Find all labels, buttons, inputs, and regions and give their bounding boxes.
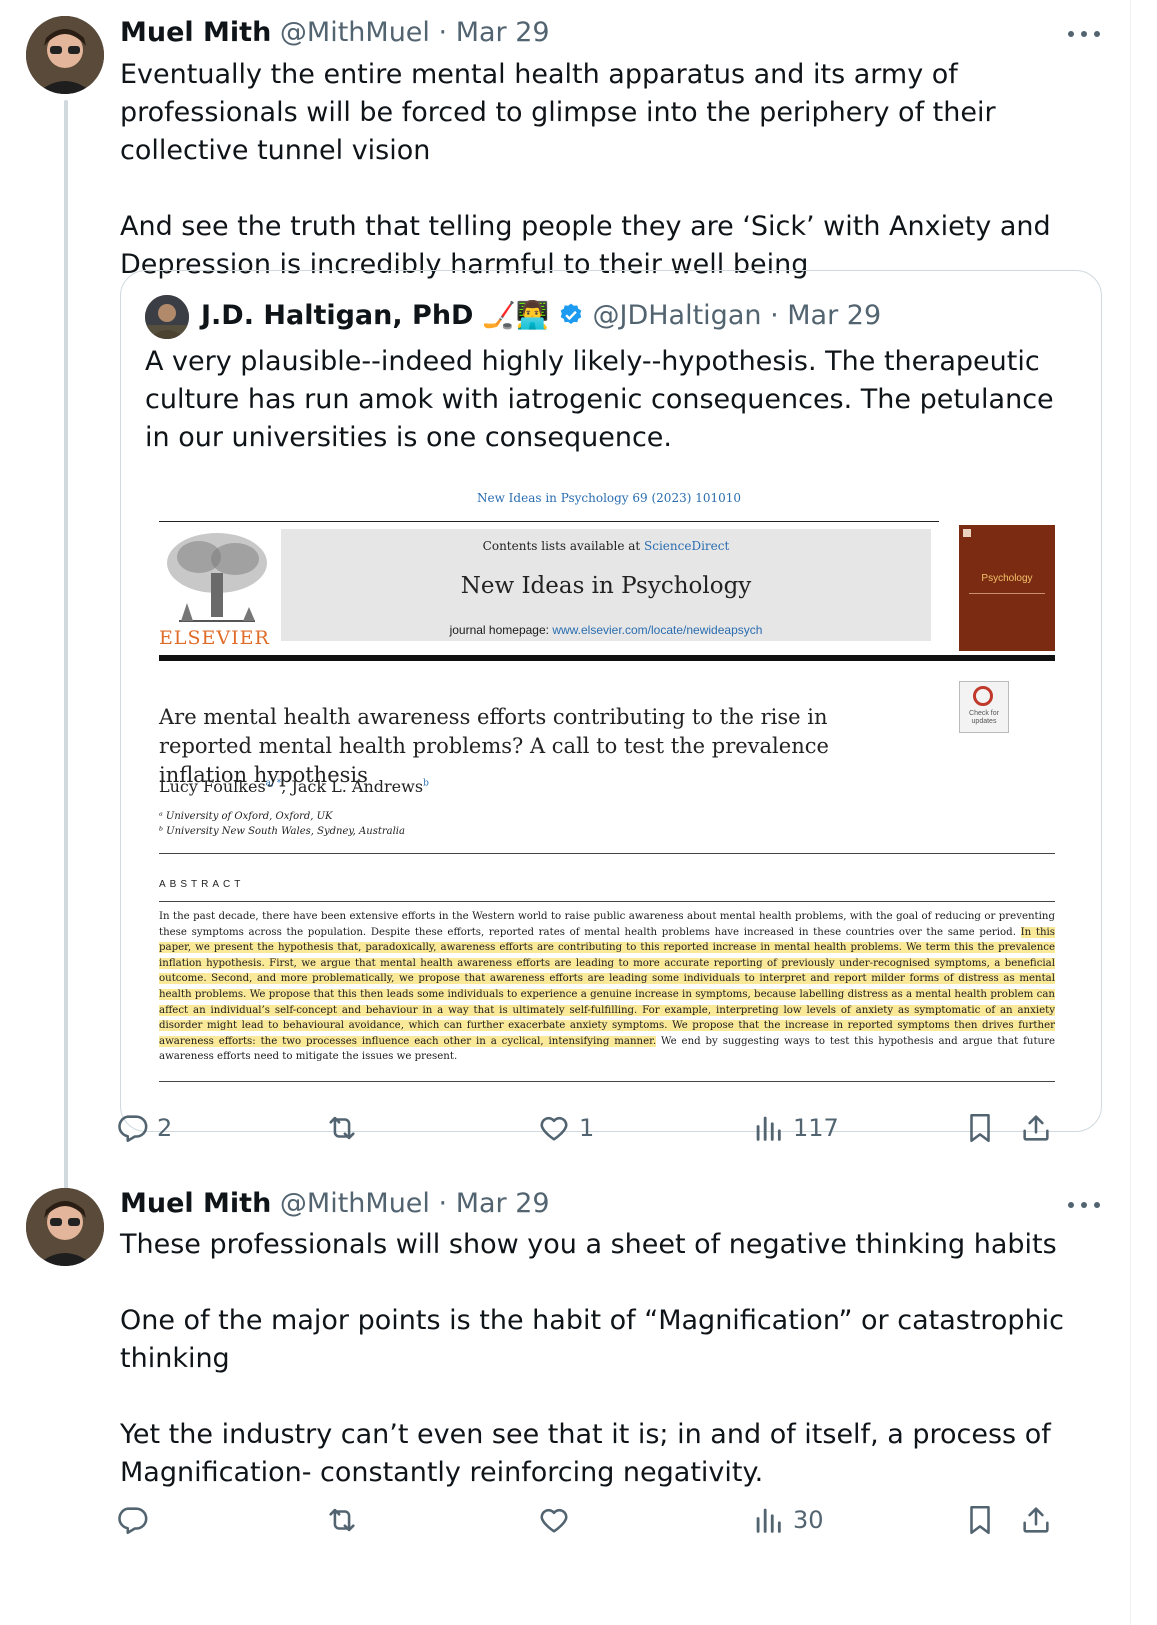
- tweet-header: Muel Mith @MithMuel · Mar 29: [120, 1188, 550, 1219]
- highlighted-abstract: In this paper, we present the hypothesis…: [159, 926, 1056, 1047]
- contents-line: Contents lists available at ScienceDirec…: [482, 539, 730, 553]
- homepage-link: www.elsevier.com/locate/newideapsych: [552, 623, 763, 637]
- authors: Lucy Foulkesa, *, Jack L. Andrewsb: [159, 777, 429, 796]
- abstract-heading: ABSTRACT: [159, 879, 245, 890]
- journal-banner: Contents lists available at ScienceDirec…: [281, 529, 931, 641]
- verified-badge-icon: [560, 303, 582, 324]
- avatar-image: [26, 1188, 104, 1266]
- abstract-text: In the past decade, there have been exte…: [159, 911, 1056, 1063]
- author-handle[interactable]: @MithMuel: [280, 17, 430, 48]
- bookmark-icon: [970, 1505, 990, 1535]
- affiliations: ᵃ University of Oxford, Oxford, UK ᵇ Uni…: [159, 811, 405, 837]
- bookmark-icon: [970, 1113, 990, 1143]
- tweet-date[interactable]: Mar 29: [456, 17, 550, 48]
- retweet-icon: [329, 1116, 355, 1140]
- thread-connector-line: [64, 100, 68, 1230]
- name-emoji: 🏒👨‍💻: [482, 300, 550, 331]
- quoted-avatar-image: [145, 295, 189, 339]
- quoted-header: J.D. Haltigan, PhD 🏒👨‍💻 @JDHaltigan · Ma…: [201, 299, 881, 331]
- retweet-icon: [329, 1508, 355, 1532]
- check-for-updates-badge: Check for updates: [959, 681, 1009, 733]
- journal-cover: Psychology: [959, 525, 1055, 651]
- like-button[interactable]: 1: [537, 1108, 594, 1148]
- tweet-paragraph: One of the major points is the habit of …: [120, 1305, 1065, 1374]
- separator: ·: [438, 17, 448, 48]
- avatar-image: [26, 16, 104, 94]
- author-name[interactable]: Muel Mith: [120, 1188, 271, 1219]
- heart-icon: [540, 1116, 568, 1141]
- views-icon: [756, 1508, 781, 1533]
- tweet-date[interactable]: Mar 29: [456, 1188, 550, 1219]
- sciencedirect-link: ScienceDirect: [644, 539, 730, 553]
- reply-button[interactable]: 2: [115, 1108, 172, 1148]
- bookmark-button[interactable]: [963, 1500, 997, 1540]
- tweet-actions: 30: [115, 1500, 1060, 1540]
- retweet-button[interactable]: [325, 1500, 359, 1540]
- more-icon[interactable]: [1068, 1195, 1104, 1215]
- more-icon[interactable]: [1068, 24, 1104, 44]
- share-button[interactable]: [1019, 1108, 1053, 1148]
- cover-title: Psychology: [981, 573, 1033, 584]
- journal-reference: New Ideas in Psychology 69 (2023) 101010: [476, 491, 742, 505]
- tweet-actions: 2 1 117: [115, 1108, 1060, 1148]
- like-button[interactable]: [537, 1500, 571, 1540]
- check-label: Check for updates: [969, 710, 999, 725]
- reply-icon: [118, 1115, 148, 1143]
- share-icon: [1023, 1115, 1049, 1141]
- reply-button[interactable]: [115, 1500, 157, 1540]
- tweet-header: Muel Mith @MithMuel · Mar 29: [120, 17, 550, 48]
- view-count: 117: [793, 1114, 839, 1142]
- tweet-paragraph: These professionals will show you a shee…: [120, 1229, 1057, 1260]
- journal-title: New Ideas in Psychology: [460, 573, 752, 599]
- tweet-text: Eventually the entire mental health appa…: [120, 56, 1100, 284]
- timeline-border: [1130, 0, 1131, 1625]
- elsevier-wordmark: ELSEVIER: [159, 627, 270, 649]
- heart-icon: [540, 1508, 568, 1533]
- cover-mark: [963, 529, 971, 537]
- divider: [159, 1081, 1055, 1082]
- bookmark-button[interactable]: [963, 1108, 997, 1148]
- views-icon: [756, 1116, 781, 1141]
- tweet-text: These professionals will show you a shee…: [120, 1226, 1100, 1492]
- reply-count: 2: [157, 1114, 173, 1142]
- view-count: 30: [793, 1506, 824, 1534]
- quoted-author-name[interactable]: J.D. Haltigan, PhD: [201, 300, 473, 331]
- quoted-text: A very plausible--indeed highly likely--…: [145, 346, 1054, 453]
- reply-icon: [118, 1507, 148, 1535]
- quoted-avatar[interactable]: [145, 295, 189, 339]
- separator: ·: [770, 300, 779, 331]
- divider: [159, 853, 1055, 854]
- divider: [159, 521, 939, 522]
- share-icon: [1023, 1507, 1049, 1533]
- views-button[interactable]: 117: [751, 1108, 839, 1148]
- quoted-tweet-card[interactable]: J.D. Haltigan, PhD 🏒👨‍💻 @JDHaltigan · Ma…: [120, 270, 1102, 1132]
- separator: ·: [438, 1188, 448, 1219]
- views-button[interactable]: 30: [751, 1500, 824, 1540]
- author-name[interactable]: Muel Mith: [120, 17, 271, 48]
- like-count: 1: [579, 1114, 595, 1142]
- author-handle[interactable]: @MithMuel: [280, 1188, 430, 1219]
- avatar[interactable]: [26, 1188, 104, 1266]
- paper-screenshot[interactable]: New Ideas in Psychology 69 (2023) 101010…: [159, 491, 1059, 1101]
- tweet-paragraph: Eventually the entire mental health appa…: [120, 59, 996, 166]
- header-rule: [159, 655, 1055, 661]
- share-button[interactable]: [1019, 1500, 1053, 1540]
- retweet-button[interactable]: [325, 1108, 359, 1148]
- divider: [159, 901, 1055, 902]
- journal-homepage: journal homepage: www.elsevier.com/locat…: [449, 623, 763, 637]
- avatar[interactable]: [26, 16, 104, 94]
- tweet-paragraph: Yet the industry can’t even see that it …: [120, 1419, 1051, 1488]
- quoted-date[interactable]: Mar 29: [787, 300, 881, 331]
- quoted-author-handle[interactable]: @JDHaltigan: [592, 300, 761, 331]
